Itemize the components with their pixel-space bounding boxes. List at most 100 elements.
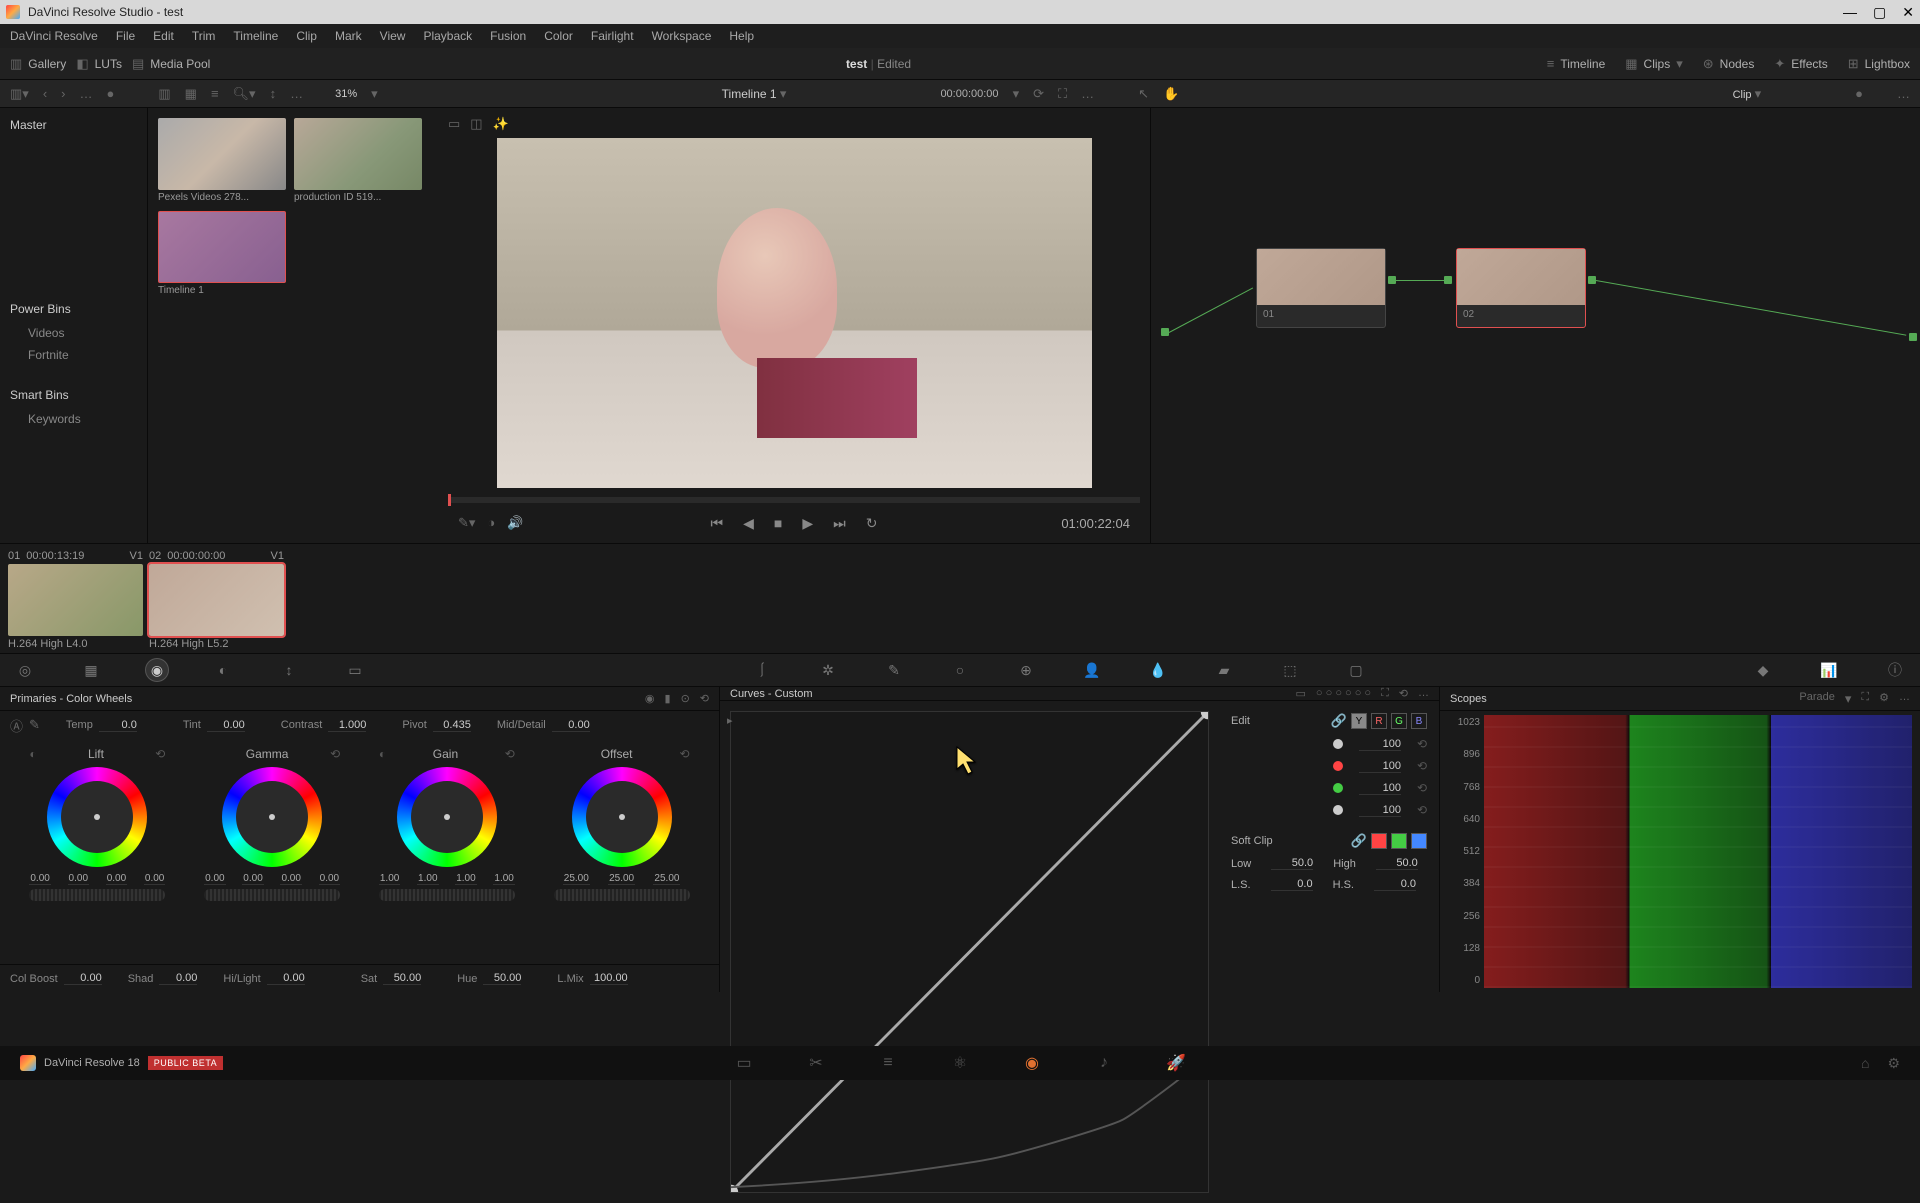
menu-trim[interactable]: Trim xyxy=(192,29,216,43)
viewer-fx-icon[interactable]: ✨ xyxy=(493,116,509,132)
color-match-icon[interactable]: ▦ xyxy=(80,659,102,681)
viewer-mode1-icon[interactable]: ▭ xyxy=(448,116,460,132)
offset-wheel[interactable] xyxy=(572,767,672,867)
bin-master[interactable]: Master xyxy=(0,114,147,136)
pivot-value[interactable]: 0.435 xyxy=(433,719,471,732)
clips-toggle[interactable]: ▦Clips▾ xyxy=(1625,56,1683,72)
channel-y-button[interactable]: Y xyxy=(1351,713,1367,729)
cut-page-icon[interactable]: ✂ xyxy=(805,1052,827,1074)
channel-b-button[interactable]: B xyxy=(1411,713,1427,729)
mute-icon[interactable]: 🔊 xyxy=(507,515,523,531)
media-clip[interactable]: production ID 519... xyxy=(294,118,422,203)
curves-reset-icon[interactable]: ⟲ xyxy=(1399,687,1408,700)
gain-reset-icon[interactable]: ⟲ xyxy=(505,747,515,761)
lift-b[interactable]: 0.00 xyxy=(144,873,165,885)
window-icon[interactable]: ○ xyxy=(949,659,971,681)
wheels-mode-icon[interactable]: ◉ xyxy=(645,692,655,705)
lift-g[interactable]: 0.00 xyxy=(106,873,127,885)
power-bins-header[interactable]: Power Bins xyxy=(0,296,147,322)
softclip-b-button[interactable] xyxy=(1411,833,1427,849)
softclip-r-button[interactable] xyxy=(1371,833,1387,849)
node-more-icon[interactable]: … xyxy=(1897,86,1910,101)
scopes-more-icon[interactable]: … xyxy=(1899,691,1910,707)
timeline-clip-selected[interactable]: 02 00:00:00:00 V1 H.264 High L5.2 xyxy=(149,550,284,647)
menu-edit[interactable]: Edit xyxy=(153,29,174,43)
ls-value[interactable]: 0.0 xyxy=(1271,878,1313,891)
gain-master-slider[interactable] xyxy=(379,889,515,901)
curve-play-icon[interactable]: ▸ xyxy=(727,714,733,727)
tracker-icon[interactable]: ⊕ xyxy=(1015,659,1037,681)
softclip-g-button[interactable] xyxy=(1391,833,1407,849)
more3-icon[interactable]: … xyxy=(1081,86,1094,101)
lift-bw-icon[interactable]: ◐ xyxy=(29,747,36,761)
settings-icon[interactable]: ⚙ xyxy=(1887,1055,1900,1072)
node-out-connector[interactable] xyxy=(1588,276,1596,284)
log-mode-icon[interactable]: ⊙ xyxy=(681,692,690,705)
scopes-settings-icon[interactable]: ⚙ xyxy=(1879,691,1889,707)
3d-icon[interactable]: ▢ xyxy=(1345,659,1367,681)
curves-mode1-icon[interactable]: ▭ xyxy=(1296,687,1306,700)
hs-value[interactable]: 0.0 xyxy=(1374,878,1416,891)
tc-dropdown-icon[interactable]: ▾ xyxy=(1013,86,1020,102)
node-02[interactable]: 02 xyxy=(1456,248,1586,328)
prev-clip-button[interactable]: ⏮ xyxy=(711,515,724,532)
qualifier-icon[interactable]: ✎ xyxy=(883,659,905,681)
gain-g[interactable]: 1.00 xyxy=(455,873,476,885)
node-dot-icon[interactable]: ● xyxy=(1855,86,1863,101)
viewer-mode2-icon[interactable]: ◫ xyxy=(470,116,482,132)
menu-workspace[interactable]: Workspace xyxy=(652,29,712,43)
link-icon[interactable]: 🔗 xyxy=(1331,713,1347,729)
gain-bw-icon[interactable]: ◐ xyxy=(379,747,386,761)
offset-master-slider[interactable] xyxy=(554,889,690,901)
color-page-icon[interactable]: ◉ xyxy=(1021,1052,1043,1074)
lift-r[interactable]: 0.00 xyxy=(68,873,89,885)
gamma-y[interactable]: 0.00 xyxy=(204,873,225,885)
auto-balance-icon[interactable]: Ⓐ xyxy=(10,716,23,735)
view-strip-icon[interactable]: ≡ xyxy=(211,86,219,101)
offset-reset-icon[interactable]: ⟲ xyxy=(680,747,690,761)
parade-scope[interactable] xyxy=(1484,715,1912,988)
gamma-master-slider[interactable] xyxy=(204,889,340,901)
deliver-page-icon[interactable]: 🚀 xyxy=(1165,1052,1187,1074)
motion-icon[interactable]: ▭ xyxy=(344,659,366,681)
output-connector[interactable] xyxy=(1909,333,1917,341)
loop-button[interactable]: ↻ xyxy=(866,515,878,532)
lift-wheel[interactable] xyxy=(47,767,147,867)
menu-mark[interactable]: Mark xyxy=(335,29,362,43)
reset-icon[interactable]: ⟲ xyxy=(1417,781,1427,795)
scopes-icon[interactable]: 📊 xyxy=(1818,659,1840,681)
gallery-toggle[interactable]: ▥Gallery xyxy=(10,56,66,72)
maximize-button[interactable]: ▢ xyxy=(1873,4,1886,21)
warper-icon[interactable]: ✲ xyxy=(817,659,839,681)
md-value[interactable]: 0.00 xyxy=(552,719,590,732)
menu-file[interactable]: File xyxy=(116,29,135,43)
high-value[interactable]: 50.0 xyxy=(1376,857,1418,870)
menu-clip[interactable]: Clip xyxy=(296,29,317,43)
bars-mode-icon[interactable]: ▮ xyxy=(665,692,671,705)
sizing-icon[interactable]: ⬚ xyxy=(1279,659,1301,681)
hand-icon[interactable]: ✋ xyxy=(1163,86,1179,102)
menu-davinci[interactable]: DaVinci Resolve xyxy=(10,29,98,43)
effects-toggle[interactable]: ✦Effects xyxy=(1774,56,1827,72)
menu-timeline[interactable]: Timeline xyxy=(233,29,278,43)
magic-mask-icon[interactable]: 👤 xyxy=(1081,659,1103,681)
sat-value[interactable]: 50.00 xyxy=(383,972,421,985)
media-clip[interactable]: Pexels Videos 278... xyxy=(158,118,286,203)
menu-fusion[interactable]: Fusion xyxy=(490,29,526,43)
primaries-icon[interactable]: ◉ xyxy=(146,659,168,681)
node-mode[interactable]: Clip ▾ xyxy=(1733,86,1762,102)
lift-master-slider[interactable] xyxy=(29,889,165,901)
info-icon[interactable]: ⓘ xyxy=(1884,659,1906,681)
intensity-red[interactable]: 100 xyxy=(1359,760,1401,773)
shad-value[interactable]: 0.00 xyxy=(159,972,197,985)
timeline-clip[interactable]: 01 00:00:13:19 V1 H.264 High L4.0 xyxy=(8,550,143,647)
gain-wheel[interactable] xyxy=(397,767,497,867)
channel-g-button[interactable]: G xyxy=(1391,713,1407,729)
timeline-toggle[interactable]: ≡Timeline xyxy=(1547,56,1606,71)
media-timeline[interactable]: Timeline 1 xyxy=(158,211,286,296)
smart-bins-header[interactable]: Smart Bins xyxy=(0,382,147,408)
viewer-scrubber[interactable] xyxy=(448,497,1140,503)
fairlight-page-icon[interactable]: ♪ xyxy=(1093,1052,1115,1074)
node-01[interactable]: 01 xyxy=(1256,248,1386,328)
node-graph[interactable]: 01 02 xyxy=(1150,108,1920,543)
